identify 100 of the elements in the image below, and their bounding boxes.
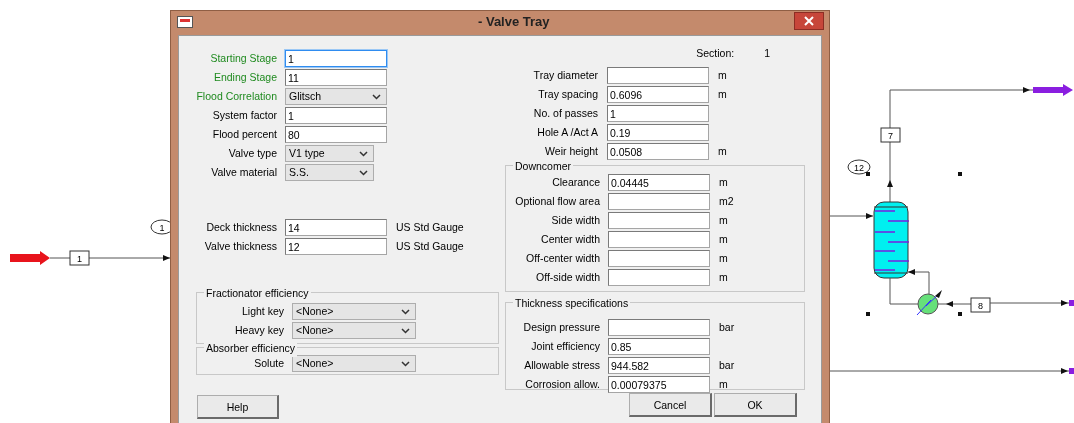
unit-label: m bbox=[718, 174, 728, 190]
dropdown[interactable]: Glitsch bbox=[285, 88, 387, 105]
input-field[interactable] bbox=[608, 231, 710, 248]
caret-icon bbox=[372, 93, 381, 100]
section-value: 1 bbox=[764, 46, 770, 62]
field-label: Heavy key bbox=[233, 322, 285, 338]
field-label: Tray diameter bbox=[532, 67, 599, 83]
caret-icon bbox=[401, 327, 410, 334]
dropdown[interactable]: <None> bbox=[292, 355, 416, 372]
cancel-button[interactable]: Cancel bbox=[629, 393, 712, 417]
node-marker bbox=[958, 312, 962, 316]
field-label: Starting Stage bbox=[209, 50, 278, 66]
field-label: Clearance bbox=[551, 174, 601, 190]
unit-label: US Std Gauge bbox=[395, 238, 464, 254]
input-field[interactable]: 0.04445 bbox=[608, 174, 710, 191]
input-field[interactable] bbox=[608, 212, 710, 229]
unit-label: m bbox=[717, 86, 727, 102]
field-label: Flood Correlation bbox=[195, 88, 278, 104]
field-label: Allowable stress bbox=[523, 357, 601, 373]
input-field[interactable]: 0.19 bbox=[607, 124, 709, 141]
input-field[interactable]: 14 bbox=[285, 219, 387, 236]
input-field[interactable]: 12 bbox=[285, 238, 387, 255]
input-field[interactable] bbox=[608, 193, 710, 210]
feed-arrow[interactable] bbox=[10, 251, 50, 265]
input-field[interactable]: 0.6096 bbox=[607, 86, 709, 103]
stream-tag[interactable]: 1 bbox=[69, 250, 90, 266]
node-marker bbox=[866, 172, 870, 176]
input-field[interactable] bbox=[608, 269, 710, 286]
unit-label: m bbox=[718, 376, 728, 392]
node-marker bbox=[958, 172, 962, 176]
group-title: Fractionator efficiency bbox=[204, 286, 311, 302]
field-label: Deck thickness bbox=[205, 219, 278, 235]
field-label: Valve material bbox=[210, 164, 278, 180]
unit-label: bar bbox=[718, 357, 735, 373]
input-field[interactable]: 1 bbox=[285, 107, 387, 124]
stream-line bbox=[49, 257, 71, 259]
product-arrow[interactable] bbox=[1033, 84, 1073, 96]
field-label: Solute bbox=[253, 355, 285, 371]
unit-label: m bbox=[717, 67, 727, 83]
section-label: Section: bbox=[696, 46, 735, 62]
input-field[interactable] bbox=[607, 67, 709, 84]
input-field[interactable] bbox=[608, 250, 710, 267]
unit-label: m bbox=[717, 143, 727, 159]
field-label: Flood percent bbox=[211, 126, 278, 142]
ok-button[interactable]: OK bbox=[714, 393, 797, 417]
input-field[interactable]: 0.0508 bbox=[607, 143, 709, 160]
dropdown[interactable]: S.S. bbox=[285, 164, 374, 181]
input-field[interactable]: 80 bbox=[285, 126, 387, 143]
field-label: Corrosion allow. bbox=[524, 376, 601, 392]
field-label: Off-side width bbox=[535, 269, 601, 285]
heat-exchanger-icon[interactable] bbox=[916, 290, 942, 316]
field-label: Optional flow area bbox=[514, 193, 601, 209]
unit-label: m bbox=[718, 231, 728, 247]
node-marker bbox=[866, 312, 870, 316]
input-field[interactable]: 1 bbox=[285, 50, 387, 67]
field-label: Hole A /Act A bbox=[536, 124, 599, 140]
field-label: Design pressure bbox=[522, 319, 601, 335]
field-label: Tray spacing bbox=[537, 86, 599, 102]
stream-tag[interactable]: 7 bbox=[880, 127, 901, 143]
group-title: Thickness specifications bbox=[513, 296, 631, 312]
input-field[interactable]: 0.00079375 bbox=[608, 376, 710, 393]
unit-label: m bbox=[718, 250, 728, 266]
stream-tag[interactable]: 8 bbox=[970, 297, 991, 313]
input-field[interactable]: 1 bbox=[607, 105, 709, 122]
field-label: Off-center width bbox=[525, 250, 601, 266]
dropdown[interactable]: <None> bbox=[292, 303, 416, 320]
field-label: Light key bbox=[240, 303, 285, 319]
product-marker bbox=[1069, 368, 1074, 374]
unit-tag[interactable]: 12 bbox=[847, 159, 871, 175]
app-icon bbox=[177, 16, 193, 28]
close-button[interactable] bbox=[794, 12, 824, 30]
stream-line bbox=[889, 269, 930, 305]
close-icon bbox=[804, 16, 814, 26]
field-label: Joint efficiency bbox=[530, 338, 601, 354]
product-marker bbox=[1069, 300, 1074, 306]
stream-line bbox=[829, 213, 874, 219]
dropdown[interactable]: V1 type bbox=[285, 145, 374, 162]
field-label: Center width bbox=[540, 231, 601, 247]
field-label: System factor bbox=[211, 107, 278, 123]
field-label: Valve thickness bbox=[203, 238, 278, 254]
window-title: - Valve Tray bbox=[478, 13, 550, 32]
input-field[interactable]: 11 bbox=[285, 69, 387, 86]
caret-icon bbox=[359, 169, 368, 176]
input-field[interactable] bbox=[608, 319, 710, 336]
caret-icon bbox=[401, 308, 410, 315]
stream-line bbox=[937, 301, 973, 307]
field-label: Ending Stage bbox=[212, 69, 278, 85]
unit-label: bar bbox=[718, 319, 735, 335]
help-button[interactable]: Help bbox=[197, 395, 279, 419]
field-label: Side width bbox=[550, 212, 601, 228]
dropdown[interactable]: <None> bbox=[292, 322, 416, 339]
unit-label: m bbox=[718, 269, 728, 285]
unit-label: US Std Gauge bbox=[395, 219, 464, 235]
input-field[interactable]: 944.582 bbox=[608, 357, 710, 374]
group-title: Absorber efficiency bbox=[204, 341, 298, 357]
caret-icon bbox=[359, 150, 368, 157]
input-field[interactable]: 0.85 bbox=[608, 338, 710, 355]
field-label: No. of passes bbox=[532, 105, 599, 121]
caret-icon bbox=[401, 360, 410, 367]
unit-label: m bbox=[718, 212, 728, 228]
